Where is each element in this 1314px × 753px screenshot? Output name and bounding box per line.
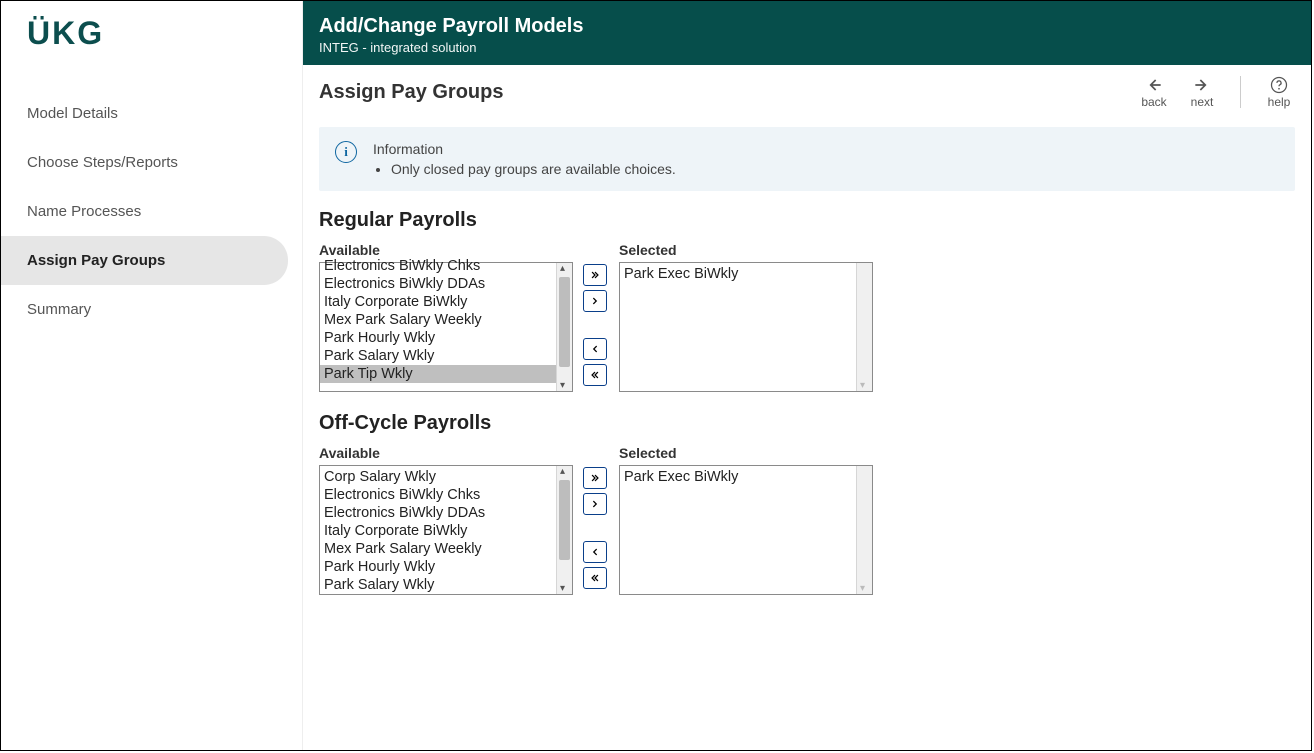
- double-chevron-left-icon: [590, 572, 600, 584]
- available-label-offcycle: Available: [319, 445, 573, 461]
- help-button[interactable]: help: [1263, 75, 1295, 109]
- list-item[interactable]: Italy Corporate BiWkly: [320, 293, 556, 311]
- list-item[interactable]: Electronics BiWkly Chks: [320, 486, 556, 504]
- double-chevron-right-icon: [590, 472, 600, 484]
- move-right-button[interactable]: [583, 290, 607, 312]
- brand-logo: ÜKG: [1, 1, 302, 65]
- move-right-button[interactable]: [583, 493, 607, 515]
- move-left-button[interactable]: [583, 541, 607, 563]
- available-list-offcycle[interactable]: Corp Salary Wkly Electronics BiWkly Chks…: [319, 465, 573, 595]
- move-left-button[interactable]: [583, 338, 607, 360]
- chevron-left-icon: [590, 546, 600, 558]
- available-list-regular[interactable]: Electronics BiWkly Chks Electronics BiWk…: [319, 262, 573, 392]
- scrollbar[interactable]: [856, 263, 872, 391]
- banner: Add/Change Payroll Models INTEG - integr…: [303, 1, 1311, 65]
- sidebar: ÜKG Model Details Choose Steps/Reports N…: [1, 1, 303, 750]
- banner-subtitle: INTEG - integrated solution: [319, 40, 1295, 55]
- page-actions: back next help: [1138, 75, 1295, 109]
- list-item[interactable]: Electronics BiWkly DDAs: [320, 275, 556, 293]
- scrollbar[interactable]: [556, 466, 572, 594]
- list-item[interactable]: Park Hourly Wkly: [320, 329, 556, 347]
- sidebar-item-assign-pay-groups[interactable]: Assign Pay Groups: [1, 236, 288, 285]
- double-chevron-right-icon: [590, 269, 600, 281]
- page-header: Assign Pay Groups back next help: [303, 65, 1311, 117]
- sidebar-item-name-processes[interactable]: Name Processes: [1, 187, 288, 236]
- selected-list-regular[interactable]: Park Exec BiWkly: [619, 262, 873, 392]
- help-label: help: [1268, 95, 1291, 109]
- dual-list-offcycle: Available Corp Salary Wkly Electronics B…: [319, 445, 1295, 595]
- list-item[interactable]: Park Exec BiWkly: [620, 265, 856, 283]
- arrow-left-icon: [1144, 75, 1164, 95]
- section-title-offcycle: Off-Cycle Payrolls: [319, 412, 1295, 435]
- move-all-left-button[interactable]: [583, 567, 607, 589]
- selected-label-regular: Selected: [619, 242, 873, 258]
- info-box: i Information Only closed pay groups are…: [319, 127, 1295, 191]
- selected-list-offcycle[interactable]: Park Exec BiWkly: [619, 465, 873, 595]
- chevron-left-icon: [590, 343, 600, 355]
- sidebar-item-choose-steps[interactable]: Choose Steps/Reports: [1, 138, 288, 187]
- list-item[interactable]: Italy Corporate BiWkly: [320, 522, 556, 540]
- move-all-right-button[interactable]: [583, 264, 607, 286]
- banner-title: Add/Change Payroll Models: [319, 15, 1295, 38]
- scrollbar[interactable]: [556, 263, 572, 391]
- list-item[interactable]: Park Salary Wkly: [320, 347, 556, 365]
- list-item[interactable]: Park Tip Wkly: [320, 365, 556, 383]
- info-icon: i: [335, 141, 357, 163]
- arrow-right-icon: [1192, 75, 1212, 95]
- list-item[interactable]: Corp Salary Wkly: [320, 468, 556, 486]
- next-label: next: [1191, 95, 1214, 109]
- brand-text: ÜKG: [27, 15, 104, 52]
- sidebar-item-model-details[interactable]: Model Details: [1, 89, 288, 138]
- wizard-nav: Model Details Choose Steps/Reports Name …: [1, 65, 302, 334]
- info-bullet: Only closed pay groups are available cho…: [391, 161, 676, 177]
- chevron-right-icon: [590, 295, 600, 307]
- divider: [1240, 76, 1241, 108]
- list-item[interactable]: Electronics BiWkly DDAs: [320, 504, 556, 522]
- page-title: Assign Pay Groups: [319, 81, 1138, 104]
- sidebar-item-summary[interactable]: Summary: [1, 285, 288, 334]
- double-chevron-left-icon: [590, 369, 600, 381]
- section-title-regular: Regular Payrolls: [319, 209, 1295, 232]
- list-item[interactable]: Park Exec BiWkly: [620, 468, 856, 486]
- list-item[interactable]: Electronics BiWkly Chks: [320, 257, 556, 275]
- list-item[interactable]: Mex Park Salary Weekly: [320, 311, 556, 329]
- dual-list-regular: Available Electronics BiWkly Chks Electr…: [319, 242, 1295, 392]
- scrollbar[interactable]: [856, 466, 872, 594]
- selected-label-offcycle: Selected: [619, 445, 873, 461]
- move-all-right-button[interactable]: [583, 467, 607, 489]
- main: Add/Change Payroll Models INTEG - integr…: [303, 1, 1311, 750]
- move-all-left-button[interactable]: [583, 364, 607, 386]
- list-item[interactable]: Park Salary Wkly: [320, 576, 556, 594]
- list-item[interactable]: Mex Park Salary Weekly: [320, 540, 556, 558]
- back-button[interactable]: back: [1138, 75, 1170, 109]
- list-item[interactable]: Park Hourly Wkly: [320, 558, 556, 576]
- next-button[interactable]: next: [1186, 75, 1218, 109]
- info-heading: Information: [373, 141, 676, 157]
- chevron-right-icon: [590, 498, 600, 510]
- back-label: back: [1141, 95, 1166, 109]
- help-icon: [1269, 75, 1289, 95]
